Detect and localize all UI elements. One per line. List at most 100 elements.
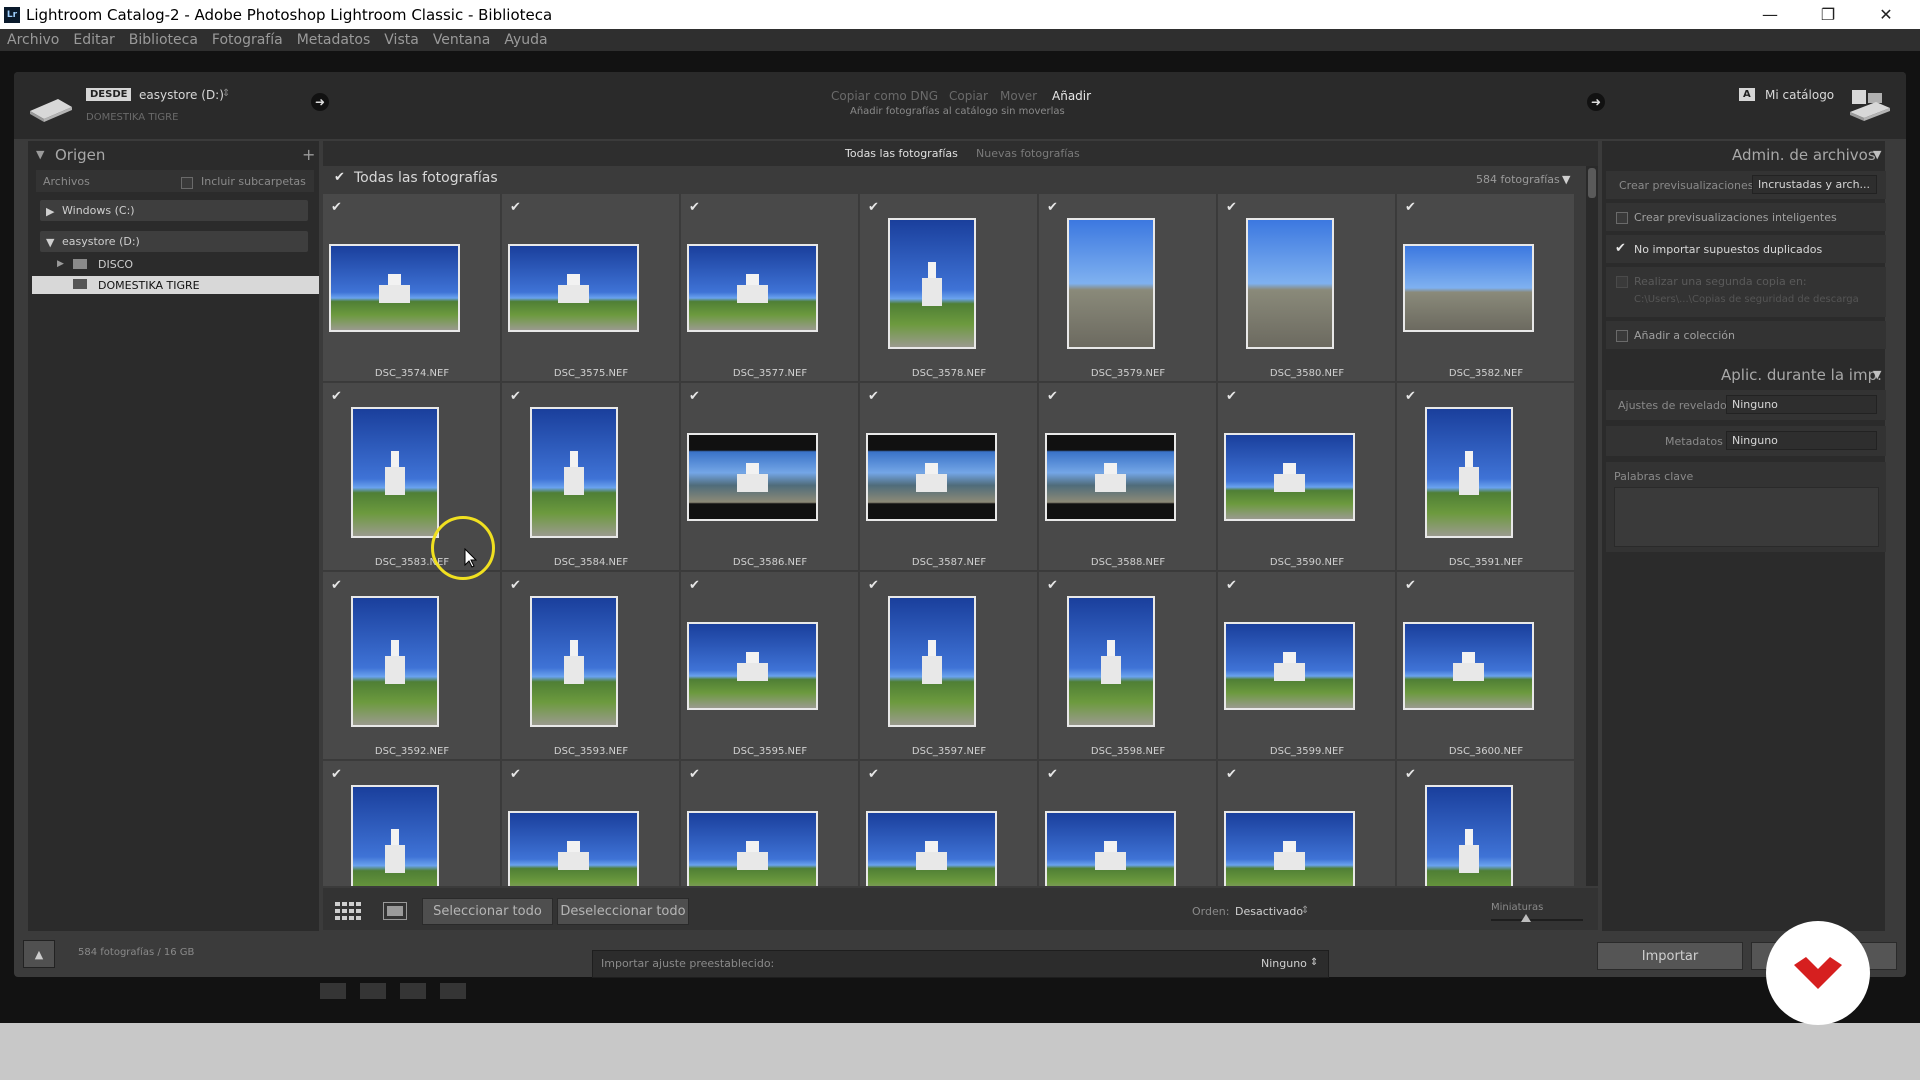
photo-cell[interactable]: ✔ [1218,761,1396,886]
photo-thumbnail[interactable] [866,433,997,521]
photo-check-icon[interactable]: ✔ [331,389,342,404]
dest-arrow-icon[interactable]: ➜ [1587,93,1605,111]
order-dropdown[interactable]: Desactivado [1235,905,1303,918]
photo-thumbnail[interactable] [888,596,976,727]
menu-metadatos[interactable]: Metadatos [290,32,378,48]
folder-expand-icon[interactable]: ▶ [57,259,64,269]
photo-check-icon[interactable]: ✔ [1047,389,1058,404]
smart-previews-checkbox[interactable] [1616,212,1628,224]
photo-check-icon[interactable]: ✔ [1405,578,1416,593]
tab-all-photos[interactable]: Todas las fotografías [845,147,958,160]
photo-check-icon[interactable]: ✔ [1226,200,1237,215]
collapse-drive-triangle-icon[interactable]: ▼ [46,236,54,249]
photo-cell[interactable]: ✔ DSC_3599.NEF [1218,572,1396,760]
photo-cell[interactable]: ✔ DSC_3591.NEF [1397,383,1575,571]
photo-cell[interactable]: ✔ DSC_3587.NEF [860,383,1038,571]
photo-thumbnail[interactable] [687,244,818,332]
photo-cell[interactable]: ✔ [681,761,859,886]
photo-cell[interactable]: ✔ DSC_3584.NEF [502,383,680,571]
deselect-all-button[interactable]: Deseleccionar todo [557,898,689,925]
photo-cell[interactable]: ✔ DSC_3588.NEF [1039,383,1217,571]
photo-cell[interactable]: ✔ DSC_3580.NEF [1218,194,1396,382]
source-drive-icon[interactable] [28,97,74,123]
restore-icon[interactable]: ❐ [1800,0,1856,29]
no-duplicates-check-icon[interactable]: ✔ [1615,242,1626,255]
photo-cell[interactable]: ✔ DSC_3595.NEF [681,572,859,760]
photo-check-icon[interactable]: ✔ [1047,767,1058,782]
menu-vista[interactable]: Vista [377,32,426,48]
thumbnail-size-slider[interactable] [1491,919,1583,921]
source-drive-selector[interactable]: easystore (D:) [139,88,224,102]
photo-thumbnail[interactable] [1224,622,1355,710]
develop-settings-dropdown[interactable]: Ninguno [1726,395,1877,414]
photo-check-icon[interactable]: ✔ [689,767,700,782]
mode-copy-dng[interactable]: Copiar como DNG [831,89,938,103]
photo-cell[interactable]: ✔ DSC_3597.NEF [860,572,1038,760]
expand-triangle-icon[interactable]: ▶ [46,205,54,218]
photo-cell[interactable]: ✔ DSC_3579.NEF [1039,194,1217,382]
photo-check-icon[interactable]: ✔ [1047,578,1058,593]
menu-archivo[interactable]: Archivo [0,32,66,48]
close-icon[interactable]: ✕ [1858,0,1914,29]
photo-check-icon[interactable]: ✔ [331,578,342,593]
source-dropdown-icon[interactable]: ⇕ [222,88,230,99]
photo-cell[interactable]: ✔ [323,761,501,886]
photo-cell[interactable]: ✔ DSC_3592.NEF [323,572,501,760]
photo-check-icon[interactable]: ✔ [868,200,879,215]
photo-thumbnail[interactable] [351,407,439,538]
keywords-input[interactable] [1614,487,1879,547]
photo-cell[interactable]: ✔ DSC_3582.NEF [1397,194,1575,382]
photo-cell[interactable]: ✔ DSC_3577.NEF [681,194,859,382]
photo-cell[interactable]: ✔ DSC_3586.NEF [681,383,859,571]
photo-cell[interactable]: ✔ DSC_3590.NEF [1218,383,1396,571]
import-preset-dropdown-icon[interactable]: ⇕ [1310,957,1318,968]
photo-check-icon[interactable]: ✔ [1226,389,1237,404]
photo-cell[interactable]: ✔ DSC_3593.NEF [502,572,680,760]
mode-add[interactable]: Añadir [1052,89,1091,103]
photo-thumbnail[interactable] [1425,785,1513,886]
collapse-triangle-icon[interactable]: ▼ [36,148,44,161]
photo-check-icon[interactable]: ✔ [510,389,521,404]
photo-thumbnail[interactable] [1067,218,1155,349]
tab-new-photos[interactable]: Nuevas fotografías [976,147,1080,160]
collapse-up-icon[interactable]: ▲ [23,940,55,968]
add-source-icon[interactable]: + [302,145,315,164]
menu-ventana[interactable]: Ventana [426,32,498,48]
photo-cell[interactable]: ✔ DSC_3600.NEF [1397,572,1575,760]
grid-scrollbar-thumb[interactable] [1588,168,1596,198]
photo-cell[interactable]: ✔ [1039,761,1217,886]
count-menu-triangle-icon[interactable]: ▼ [1562,173,1570,186]
minimize-icon[interactable]: — [1742,0,1798,29]
menu-editar[interactable]: Editar [66,32,121,48]
photo-thumbnail[interactable] [687,811,818,886]
photo-thumbnail[interactable] [1403,244,1534,332]
photo-thumbnail[interactable] [530,596,618,727]
second-copy-checkbox[interactable] [1616,276,1628,288]
photo-cell[interactable]: ✔ [1397,761,1575,886]
photo-check-icon[interactable]: ✔ [510,578,521,593]
photo-check-icon[interactable]: ✔ [689,200,700,215]
order-dropdown-icon[interactable]: ⇕ [1301,905,1309,916]
photo-check-icon[interactable]: ✔ [1226,578,1237,593]
photo-thumbnail[interactable] [888,218,976,349]
import-preset-dropdown[interactable]: Ninguno [1261,957,1307,970]
file-handling-collapse-icon[interactable]: ▼ [1873,148,1881,161]
loupe-view-icon[interactable] [383,902,407,920]
grid-view-icon[interactable] [335,902,363,920]
photo-check-icon[interactable]: ✔ [868,389,879,404]
photo-check-icon[interactable]: ✔ [1405,389,1416,404]
photo-check-icon[interactable]: ✔ [1405,767,1416,782]
mode-move[interactable]: Mover [1000,89,1037,103]
select-all-button[interactable]: Seleccionar todo [422,898,553,925]
thumbnail-slider-handle[interactable] [1521,914,1531,922]
metadata-dropdown[interactable]: Ninguno [1726,431,1877,450]
photo-thumbnail[interactable] [508,811,639,886]
import-button[interactable]: Importar [1597,942,1743,970]
photo-cell[interactable]: ✔ DSC_3598.NEF [1039,572,1217,760]
photo-check-icon[interactable]: ✔ [689,389,700,404]
photo-check-icon[interactable]: ✔ [1226,767,1237,782]
photo-thumbnail[interactable] [1403,622,1534,710]
photo-thumbnail[interactable] [687,433,818,521]
photo-thumbnail[interactable] [508,244,639,332]
photo-check-icon[interactable]: ✔ [331,767,342,782]
